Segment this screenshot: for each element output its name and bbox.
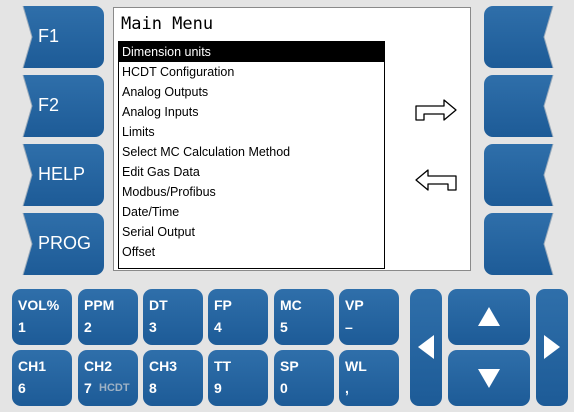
key-label-top: FP (214, 297, 232, 313)
key-label-hcdt: HCDT (99, 382, 130, 394)
key-wl-comma[interactable]: WL , (339, 350, 399, 406)
menu-item-edit-gas-data[interactable]: Edit Gas Data (119, 162, 384, 182)
key-label-top: CH1 (18, 358, 47, 374)
softkey-notch-icon (543, 6, 564, 68)
f2-label: F2 (38, 95, 60, 115)
key-fp-4[interactable]: FP 4 (208, 289, 268, 345)
back-arrow-icon (415, 169, 457, 191)
prog-label: PROG (38, 233, 92, 253)
key-ch2-7[interactable]: CH2 7 HCDT (78, 350, 138, 406)
menu-item-serial-output[interactable]: Serial Output (119, 222, 384, 242)
key-ch1-6[interactable]: CH1 6 (12, 350, 72, 406)
key-vp-minus[interactable]: VP – (339, 289, 399, 345)
softkey-notch-icon (543, 213, 564, 275)
key-label-bottom: 0 (280, 380, 288, 396)
key-label-bottom: 4 (214, 319, 222, 335)
softkey-notch-icon (12, 6, 33, 68)
key-ppm-2[interactable]: PPM 2 (78, 289, 138, 345)
key-label-top: TT (214, 358, 232, 374)
f1-label: F1 (38, 26, 60, 46)
key-label-top: SP (280, 358, 299, 374)
arrow-left-icon (418, 335, 434, 359)
key-label-top: WL (345, 358, 367, 374)
menu-item-offset[interactable]: Offset (119, 242, 384, 262)
menu-item-limits[interactable]: Limits (119, 122, 384, 142)
key-label-top: DT (149, 297, 168, 313)
menu-title: Main Menu (121, 14, 214, 34)
key-label-top: VOL% (18, 297, 60, 313)
softkey-notch-icon (12, 75, 33, 137)
f1-softkey[interactable]: F1 (12, 6, 104, 68)
arrow-down-icon (478, 369, 500, 388)
key-mc-5[interactable]: MC 5 (274, 289, 334, 345)
display-screen: Main Menu Dimension units HCDT Configura… (113, 7, 471, 271)
key-label-top: CH2 (84, 358, 113, 374)
down-nav-button[interactable] (448, 350, 530, 406)
key-tt-9[interactable]: TT 9 (208, 350, 268, 406)
help-softkey[interactable]: HELP (12, 144, 104, 206)
up-nav-button[interactable] (448, 289, 530, 345)
key-label-bottom: 9 (214, 380, 222, 396)
key-label-bottom: 1 (18, 319, 26, 335)
help-label: HELP (38, 164, 86, 184)
key-label-bottom: 3 (149, 319, 157, 335)
menu-item-dimension-units[interactable]: Dimension units (119, 42, 384, 62)
key-label-top: VP (345, 297, 364, 313)
right-softkey-1[interactable] (484, 6, 564, 68)
softkey-notch-icon (12, 213, 33, 275)
right-softkey-3[interactable] (484, 144, 564, 206)
key-label-bottom: 2 (84, 319, 92, 335)
key-label-bottom: 8 (149, 380, 157, 396)
softkey-notch-icon (543, 75, 564, 137)
right-nav-button[interactable] (536, 289, 568, 406)
prog-softkey[interactable]: PROG (12, 213, 104, 275)
menu-item-modbus-profibus[interactable]: Modbus/Profibus (119, 182, 384, 202)
arrow-right-icon (544, 335, 560, 359)
key-label-top: PPM (84, 297, 115, 313)
key-label-bottom: , (345, 380, 349, 396)
softkey-notch-icon (12, 144, 33, 206)
menu-item-select-mc-calculation[interactable]: Select MC Calculation Method (119, 142, 384, 162)
left-nav-button[interactable] (410, 289, 442, 406)
menu-item-analog-inputs[interactable]: Analog Inputs (119, 102, 384, 122)
key-ch3-8[interactable]: CH3 8 (143, 350, 203, 406)
menu-item-analog-outputs[interactable]: Analog Outputs (119, 82, 384, 102)
arrow-up-icon (478, 307, 500, 326)
key-label-bottom: – (345, 319, 353, 335)
key-sp-0[interactable]: SP 0 (274, 350, 334, 406)
key-label-top: CH3 (149, 358, 178, 374)
f2-softkey[interactable]: F2 (12, 75, 104, 137)
key-vol-1[interactable]: VOL% 1 (12, 289, 72, 345)
menu-item-hcdt-configuration[interactable]: HCDT Configuration (119, 62, 384, 82)
key-dt-3[interactable]: DT 3 (143, 289, 203, 345)
key-label-bottom: 6 (18, 380, 26, 396)
menu-item-date-time[interactable]: Date/Time (119, 202, 384, 222)
right-softkey-2[interactable] (484, 75, 564, 137)
key-label-bottom: 5 (280, 319, 288, 335)
softkey-notch-icon (543, 144, 564, 206)
key-label-bottom: 7 (84, 380, 92, 396)
right-softkey-4[interactable] (484, 213, 564, 275)
enter-arrow-icon (415, 99, 457, 121)
menu-list: Dimension units HCDT Configuration Analo… (118, 41, 385, 269)
key-label-top: MC (280, 297, 302, 313)
